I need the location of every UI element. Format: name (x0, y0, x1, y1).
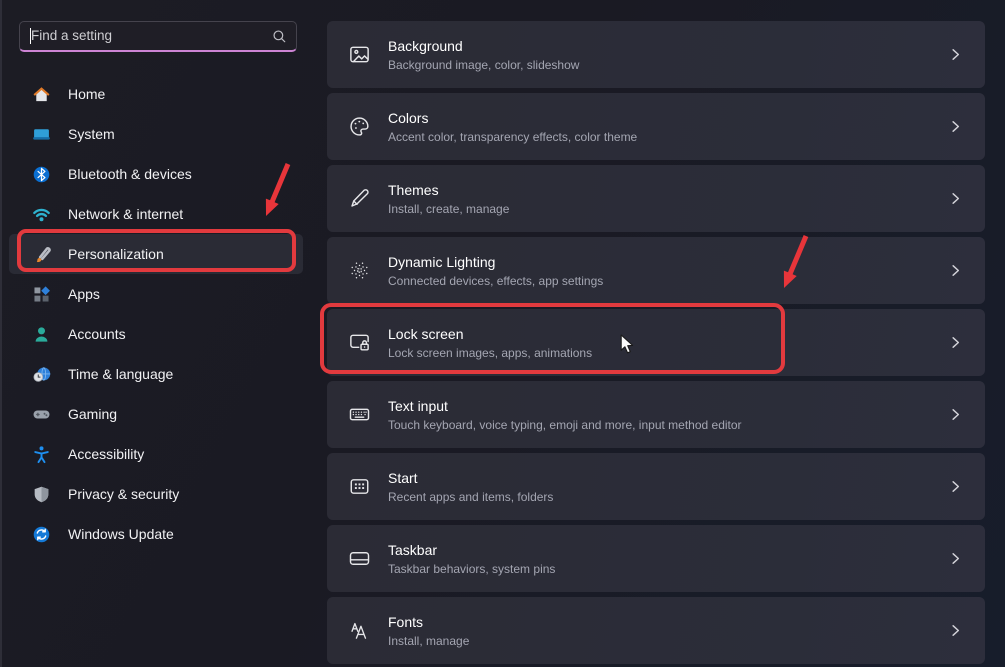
lock-screen-icon (347, 331, 371, 355)
home-icon (32, 85, 51, 104)
row-text: Fonts Install, manage (388, 614, 469, 648)
taskbar-icon (347, 547, 371, 571)
text-input-icon (347, 403, 371, 427)
row-subtitle: Taskbar behaviors, system pins (388, 562, 555, 576)
chevron-right-icon (948, 407, 963, 422)
sidebar-item-label: Bluetooth & devices (68, 166, 192, 182)
sidebar-item-apps[interactable]: Apps (9, 274, 303, 314)
background-icon (347, 43, 371, 67)
sidebar-item-label: Accessibility (68, 446, 144, 462)
row-text: Taskbar Taskbar behaviors, system pins (388, 542, 555, 576)
row-text: Text input Touch keyboard, voice typing,… (388, 398, 742, 432)
row-title: Taskbar (388, 542, 555, 558)
sidebar-item-network-internet[interactable]: Network & internet (9, 194, 303, 234)
sidebar-item-label: Time & language (68, 366, 173, 382)
settings-row-fonts[interactable]: Fonts Install, manage (327, 597, 985, 664)
chevron-right-icon (948, 191, 963, 206)
sidebar-item-windows-update[interactable]: Windows Update (9, 514, 303, 554)
accounts-icon (32, 325, 51, 344)
row-title: Fonts (388, 614, 469, 630)
sidebar-item-label: Windows Update (68, 526, 174, 542)
sidebar-item-label: Accounts (68, 326, 126, 342)
dynamic-lighting-icon (347, 259, 371, 283)
chevron-right-icon (948, 119, 963, 134)
search-box[interactable] (19, 21, 297, 52)
system-icon (32, 125, 51, 144)
row-text: Lock screen Lock screen images, apps, an… (388, 326, 592, 360)
sidebar: Home System Bluetooth & devices Network … (0, 0, 312, 667)
row-text: Start Recent apps and items, folders (388, 470, 553, 504)
personalization-icon (32, 245, 51, 264)
row-subtitle: Touch keyboard, voice typing, emoji and … (388, 418, 742, 432)
sidebar-item-accessibility[interactable]: Accessibility (9, 434, 303, 474)
row-title: Background (388, 38, 579, 54)
row-title: Text input (388, 398, 742, 414)
settings-row-themes[interactable]: Themes Install, create, manage (327, 165, 985, 232)
gaming-icon (32, 405, 51, 424)
chevron-right-icon (948, 335, 963, 350)
apps-icon (32, 285, 51, 304)
settings-row-background[interactable]: Background Background image, color, slid… (327, 21, 985, 88)
row-text: Dynamic Lighting Connected devices, effe… (388, 254, 603, 288)
row-subtitle: Accent color, transparency effects, colo… (388, 130, 637, 144)
sidebar-item-time-language[interactable]: Time & language (9, 354, 303, 394)
settings-row-lock-screen[interactable]: Lock screen Lock screen images, apps, an… (327, 309, 985, 376)
time-language-icon (32, 365, 51, 384)
sidebar-item-label: Apps (68, 286, 100, 302)
chevron-right-icon (948, 551, 963, 566)
sidebar-item-privacy-security[interactable]: Privacy & security (9, 474, 303, 514)
settings-row-colors[interactable]: Colors Accent color, transparency effect… (327, 93, 985, 160)
chevron-right-icon (948, 47, 963, 62)
start-icon (347, 475, 371, 499)
sidebar-item-label: Personalization (68, 246, 164, 262)
privacy-security-icon (32, 485, 51, 504)
windows-update-icon (32, 525, 51, 544)
settings-row-text-input[interactable]: Text input Touch keyboard, voice typing,… (327, 381, 985, 448)
sidebar-item-home[interactable]: Home (9, 74, 303, 114)
row-title: Themes (388, 182, 509, 198)
sidebar-item-bluetooth-devices[interactable]: Bluetooth & devices (9, 154, 303, 194)
sidebar-item-label: Privacy & security (68, 486, 179, 502)
row-text: Colors Accent color, transparency effect… (388, 110, 637, 144)
chevron-right-icon (948, 263, 963, 278)
accessibility-icon (32, 445, 51, 464)
row-subtitle: Install, create, manage (388, 202, 509, 216)
row-subtitle: Recent apps and items, folders (388, 490, 553, 504)
row-subtitle: Lock screen images, apps, animations (388, 346, 592, 360)
row-text: Background Background image, color, slid… (388, 38, 579, 72)
row-title: Start (388, 470, 553, 486)
row-text: Themes Install, create, manage (388, 182, 509, 216)
chevron-right-icon (948, 479, 963, 494)
bluetooth-icon (32, 165, 51, 184)
sidebar-item-personalization[interactable]: Personalization (9, 234, 303, 274)
chevron-right-icon (948, 623, 963, 638)
row-subtitle: Install, manage (388, 634, 469, 648)
search-input[interactable] (20, 22, 271, 49)
sidebar-item-label: System (68, 126, 115, 142)
row-title: Dynamic Lighting (388, 254, 603, 270)
network-icon (32, 205, 51, 224)
sidebar-item-label: Gaming (68, 406, 117, 422)
text-caret (30, 28, 31, 44)
sidebar-item-label: Network & internet (68, 206, 183, 222)
themes-icon (347, 187, 371, 211)
colors-icon (347, 115, 371, 139)
sidebar-nav: Home System Bluetooth & devices Network … (9, 74, 303, 554)
sidebar-item-gaming[interactable]: Gaming (9, 394, 303, 434)
settings-row-start[interactable]: Start Recent apps and items, folders (327, 453, 985, 520)
row-subtitle: Connected devices, effects, app settings (388, 274, 603, 288)
row-title: Colors (388, 110, 637, 126)
row-title: Lock screen (388, 326, 592, 342)
sidebar-item-system[interactable]: System (9, 114, 303, 154)
settings-row-dynamic-lighting[interactable]: Dynamic Lighting Connected devices, effe… (327, 237, 985, 304)
settings-row-taskbar[interactable]: Taskbar Taskbar behaviors, system pins (327, 525, 985, 592)
sidebar-item-accounts[interactable]: Accounts (9, 314, 303, 354)
settings-list: Background Background image, color, slid… (327, 21, 985, 664)
sidebar-item-label: Home (68, 86, 105, 102)
fonts-icon (347, 619, 371, 643)
search-icon[interactable] (272, 29, 287, 44)
row-subtitle: Background image, color, slideshow (388, 58, 579, 72)
